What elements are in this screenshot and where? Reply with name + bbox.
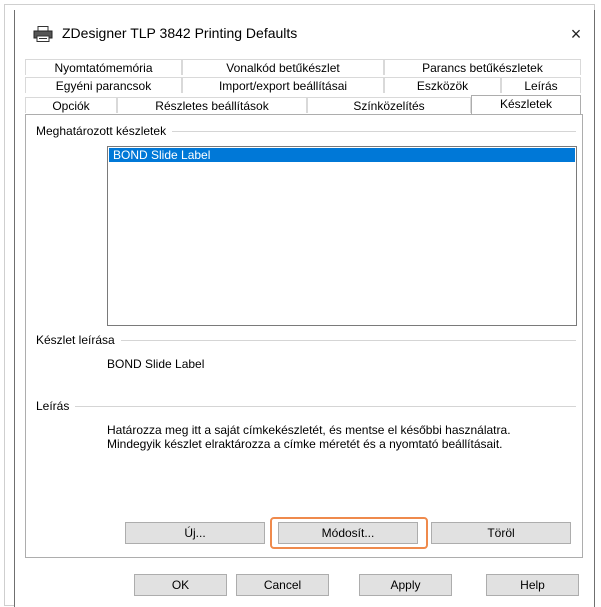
help-button[interactable]: Help bbox=[486, 574, 579, 596]
list-item[interactable]: BOND Slide Label bbox=[109, 148, 575, 162]
tab-vonalkod-betukeszlet[interactable]: Vonalkód betűkészlet bbox=[182, 59, 384, 75]
printer-icon bbox=[33, 26, 53, 42]
description-divider bbox=[36, 406, 576, 407]
new-set-button[interactable]: Új... bbox=[125, 522, 265, 544]
tab-import-export[interactable]: Import/export beállításai bbox=[182, 77, 384, 93]
defined-sets-label: Meghatározott készletek bbox=[36, 124, 173, 138]
tab-egyeni-parancsok[interactable]: Egyéni parancsok bbox=[25, 77, 182, 93]
window-title: ZDesigner TLP 3842 Printing Defaults bbox=[62, 25, 298, 41]
modify-highlight-outline bbox=[270, 517, 428, 549]
close-button[interactable]: × bbox=[561, 20, 591, 48]
ok-button[interactable]: OK bbox=[134, 574, 227, 596]
tab-parancs-betukeszletek[interactable]: Parancs betűkészletek bbox=[384, 59, 581, 75]
cancel-button[interactable]: Cancel bbox=[236, 574, 329, 596]
tab-nyomtatomemoria[interactable]: Nyomtatómemória bbox=[25, 59, 182, 75]
tab-leiras[interactable]: Leírás bbox=[501, 77, 581, 93]
tab-szinkozelites[interactable]: Színközelítés bbox=[307, 97, 471, 113]
apply-button[interactable]: Apply bbox=[359, 574, 452, 596]
defined-sets-listbox[interactable]: BOND Slide Label bbox=[107, 146, 577, 326]
description-text: Határozza meg itt a saját címkekészletét… bbox=[107, 423, 511, 451]
tab-opciok[interactable]: Opciók bbox=[25, 97, 117, 113]
tab-eszkozok[interactable]: Eszközök bbox=[384, 77, 501, 93]
tab-reszletes-beallitasok[interactable]: Részletes beállítások bbox=[117, 97, 307, 113]
title-bar: ZDesigner TLP 3842 Printing Defaults × bbox=[15, 10, 594, 54]
delete-set-button[interactable]: Töröl bbox=[431, 522, 571, 544]
set-description-value: BOND Slide Label bbox=[107, 357, 205, 371]
tab-keszletek[interactable]: Készletek bbox=[471, 95, 581, 115]
set-description-label: Készlet leírása bbox=[36, 333, 121, 347]
description-label: Leírás bbox=[36, 399, 76, 413]
